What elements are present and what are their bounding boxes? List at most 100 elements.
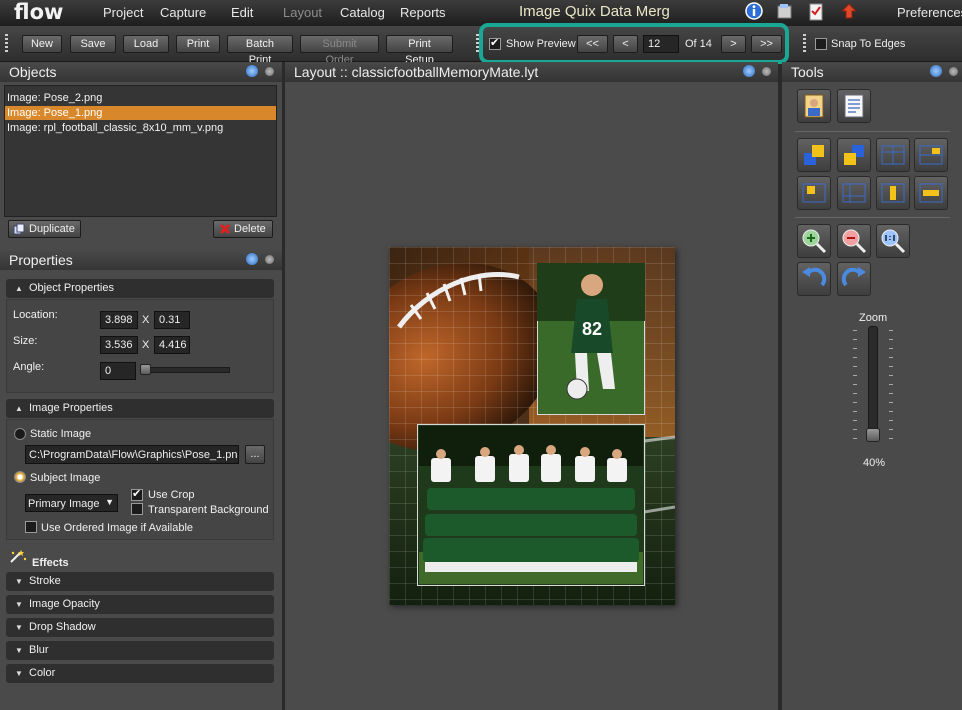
expand-icon: ▼ <box>15 577 23 586</box>
align-left-button[interactable] <box>797 176 831 210</box>
new-button[interactable]: New <box>22 35 62 53</box>
effect-drop-shadow[interactable]: ▼ Drop Shadow <box>6 618 274 637</box>
angle-slider-thumb[interactable] <box>140 364 151 375</box>
player-photo[interactable]: 82 <box>537 263 645 415</box>
zoom-actual-button[interactable] <box>876 224 910 258</box>
static-image-radio[interactable] <box>14 428 26 440</box>
checklist-icon[interactable] <box>807 2 825 22</box>
align-center-icon <box>881 183 905 203</box>
delete-button[interactable]: Delete <box>213 220 273 238</box>
align-grid-button[interactable] <box>914 138 948 172</box>
list-item[interactable]: Image: rpl_football_classic_8x10_mm_v.pn… <box>5 121 276 135</box>
send-backward-button[interactable] <box>837 138 871 172</box>
angle-field[interactable]: 0 <box>100 362 136 380</box>
effect-image-opacity-label: Image Opacity <box>29 598 100 610</box>
location-x-field[interactable]: 3.898 <box>100 311 138 329</box>
batch-print-button[interactable]: Batch Print <box>227 35 293 66</box>
location-y-field[interactable]: 0.31 <box>154 311 190 329</box>
align-center-button[interactable] <box>876 176 910 210</box>
zoom-in-button[interactable] <box>797 224 831 258</box>
x-separator: X <box>142 339 150 351</box>
toolbar-grip[interactable] <box>5 34 8 54</box>
effect-color-label: Color <box>29 667 56 679</box>
submit-order-button[interactable]: Submit Order <box>300 35 379 66</box>
expand-icon: ▼ <box>15 623 23 632</box>
use-crop-label[interactable]: Use Crop <box>148 489 194 501</box>
size-label: Size: <box>13 335 38 347</box>
pin-icon[interactable] <box>743 65 755 77</box>
menu-catalog[interactable]: Catalog <box>340 5 385 20</box>
pin-icon[interactable] <box>930 65 942 77</box>
load-button[interactable]: Load <box>123 35 169 53</box>
info-icon[interactable] <box>745 2 763 22</box>
duplicate-button[interactable]: Duplicate <box>8 220 81 238</box>
save-button[interactable]: Save <box>70 35 116 53</box>
menu-edit[interactable]: Edit <box>231 5 253 20</box>
object-properties-header[interactable]: ▲ Object Properties <box>6 279 274 298</box>
zoom-ticks <box>889 330 893 440</box>
team-photo[interactable] <box>417 424 645 586</box>
layout-page[interactable]: 82 <box>389 247 675 605</box>
zoom-slider-thumb[interactable] <box>866 428 880 442</box>
send-backward-icon <box>844 145 864 165</box>
effect-stroke[interactable]: ▼ Stroke <box>6 572 274 591</box>
use-crop-checkbox[interactable] <box>131 487 143 501</box>
expand-icon: ▼ <box>15 600 23 609</box>
zoom-slider[interactable] <box>868 326 878 440</box>
bring-forward-button[interactable] <box>797 138 831 172</box>
subject-image-radio[interactable] <box>14 471 26 483</box>
use-ordered-image-label[interactable]: Use Ordered Image if Available <box>41 522 193 534</box>
add-image-button[interactable] <box>797 89 831 123</box>
align-middle-button[interactable] <box>914 176 948 210</box>
use-ordered-image-checkbox[interactable] <box>25 521 37 533</box>
tools-icon[interactable] <box>776 2 794 22</box>
image-path-field[interactable]: C:\ProgramData\Flow\Graphics\Pose_1.pnc <box>25 445 239 464</box>
close-icon[interactable] <box>949 67 958 76</box>
effect-blur[interactable]: ▼ Blur <box>6 641 274 660</box>
effect-color[interactable]: ▼ Color <box>6 664 274 683</box>
snap-to-edges-checkbox[interactable] <box>815 38 827 50</box>
size-height-field[interactable]: 4.416 <box>154 336 190 354</box>
menu-preferences[interactable]: Preferences <box>897 5 962 20</box>
browse-button[interactable]: ... <box>245 445 265 464</box>
image-type-select[interactable]: Primary Image ▼ <box>25 494 118 512</box>
static-image-label[interactable]: Static Image <box>30 428 91 440</box>
size-width-field[interactable]: 3.536 <box>100 336 138 354</box>
menu-project[interactable]: Project <box>103 5 143 20</box>
subject-image-label[interactable]: Subject Image <box>30 472 100 484</box>
zoom-out-button[interactable] <box>837 224 871 258</box>
align-grid-icon <box>919 145 943 165</box>
objects-list[interactable]: Image: Pose_2.png Image: Pose_1.png Imag… <box>4 85 277 217</box>
object-properties-title: Object Properties <box>29 282 114 294</box>
close-icon[interactable] <box>265 67 274 76</box>
pin-icon[interactable] <box>246 253 258 265</box>
rotate-left-button[interactable] <box>797 262 831 296</box>
print-setup-button[interactable]: Print Setup <box>386 35 453 66</box>
rotate-right-button[interactable] <box>837 262 871 296</box>
image-properties-header[interactable]: ▲ Image Properties <box>6 399 274 418</box>
portrait-icon <box>804 94 824 118</box>
snap-to-edges-label[interactable]: Snap To Edges <box>831 38 905 50</box>
print-button[interactable]: Print <box>176 35 220 53</box>
add-text-button[interactable] <box>837 89 871 123</box>
transparent-background-label[interactable]: Transparent Background <box>148 504 269 516</box>
angle-slider[interactable] <box>140 367 230 373</box>
menu-capture[interactable]: Capture <box>160 5 206 20</box>
app-logo: flow <box>14 0 64 24</box>
close-icon[interactable] <box>762 67 771 76</box>
menu-reports[interactable]: Reports <box>400 5 446 20</box>
list-item[interactable]: Image: Pose_1.png <box>5 106 276 120</box>
pin-icon[interactable] <box>246 65 258 77</box>
expand-icon: ▼ <box>15 646 23 655</box>
menu-layout[interactable]: Layout <box>283 5 322 20</box>
align-top-button[interactable] <box>876 138 910 172</box>
transparent-background-checkbox[interactable] <box>131 503 143 515</box>
close-icon[interactable] <box>265 255 274 264</box>
upload-icon[interactable] <box>840 2 858 22</box>
effect-image-opacity[interactable]: ▼ Image Opacity <box>6 595 274 614</box>
list-item[interactable]: Image: Pose_2.png <box>5 91 276 105</box>
align-bottom-button[interactable] <box>837 176 871 210</box>
toolbar-grip[interactable] <box>803 34 806 54</box>
align-left-icon <box>802 183 826 203</box>
duplicate-icon <box>13 223 25 235</box>
